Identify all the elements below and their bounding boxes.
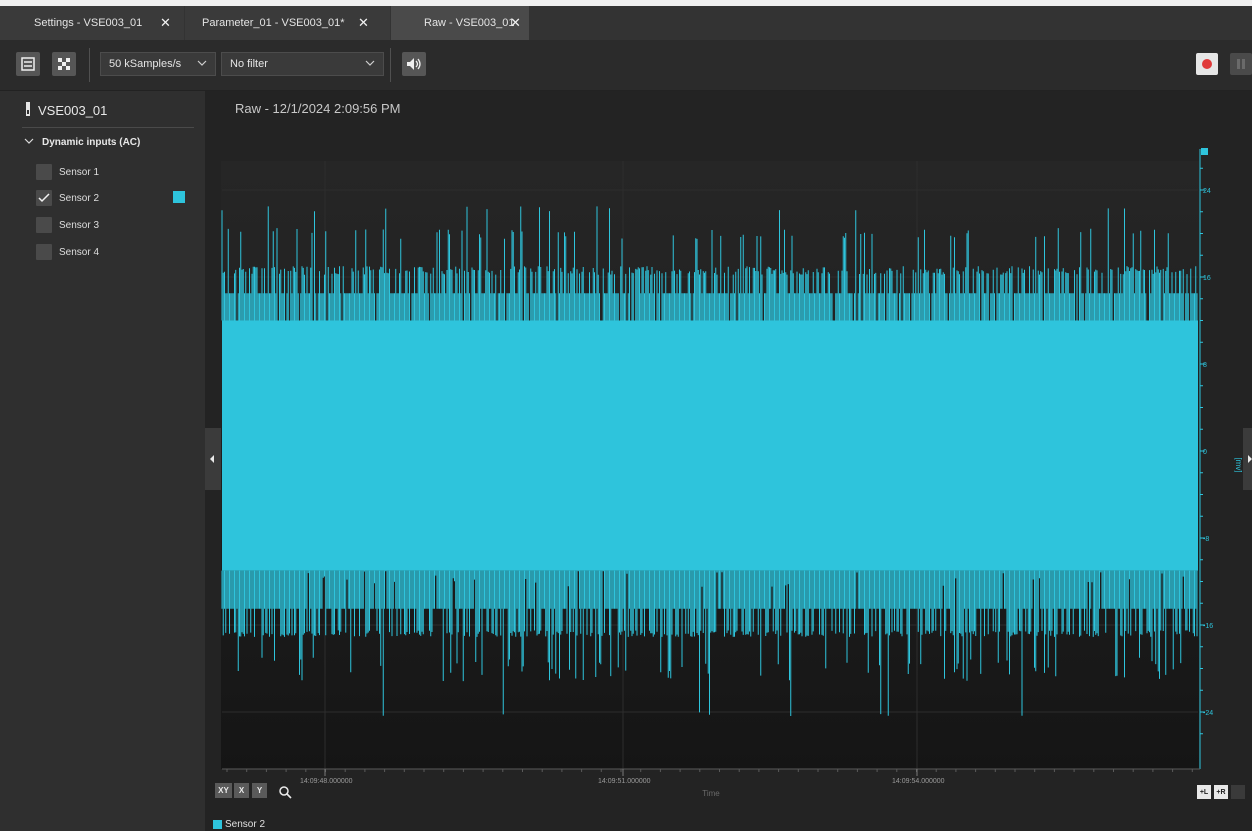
toolbar-separator <box>390 48 391 82</box>
signal-band <box>222 320 1198 571</box>
add-left-button[interactable]: +L <box>1197 785 1211 799</box>
y-tick-label: 16 <box>1203 275 1211 282</box>
add-right-button[interactable]: +R <box>1214 785 1228 799</box>
x-tick-label: 14:09:48.000000 <box>300 778 353 785</box>
sensor-item-1[interactable]: Sensor 1 <box>36 164 99 180</box>
legend-swatch <box>213 820 222 829</box>
y-tick-label: -8 <box>1203 536 1209 543</box>
audio-button[interactable] <box>402 52 426 76</box>
collapse-left-handle[interactable] <box>205 428 221 490</box>
sample-rate-value: 50 kSamples/s <box>109 58 182 70</box>
sensor-label: Sensor 4 <box>59 246 100 258</box>
y-tick-label: 24 <box>1203 188 1211 195</box>
toolbar-separator <box>89 48 90 82</box>
dashboard-icon <box>21 57 35 71</box>
close-icon[interactable]: ✕ <box>358 15 369 31</box>
tab-raw-label: Raw - VSE003_01 <box>424 17 515 29</box>
chevron-down-icon[interactable] <box>24 136 34 146</box>
collapse-right-handle[interactable] <box>1243 428 1252 490</box>
x-tick-label: 14:09:54.000000 <box>892 778 945 785</box>
checkmark-icon <box>38 193 50 203</box>
sensor-label: Sensor 3 <box>59 219 100 231</box>
sensor-checkbox[interactable] <box>36 244 52 260</box>
tab-parameter-label: Parameter_01 - VSE003_01* <box>202 17 345 29</box>
zoom-y-button[interactable]: Y <box>252 783 267 798</box>
sensor-label: Sensor 1 <box>59 166 100 178</box>
sensor-item-4[interactable]: Sensor 4 <box>36 244 99 260</box>
sensor-item-3[interactable]: Sensor 3 <box>36 217 99 233</box>
chevron-down-icon <box>197 60 207 66</box>
checker-button[interactable] <box>52 52 76 76</box>
plot-area[interactable]: 24 16 8 0 -8 -16 -24 14:09:48.000000 14:09:51.0… <box>205 91 1252 831</box>
caret-left-icon <box>210 455 214 463</box>
sensor-label: Sensor 2 <box>59 192 100 204</box>
pause-icon <box>1237 59 1245 69</box>
chevron-down-icon <box>365 60 375 66</box>
tab-bar: Settings - VSE003_01 ✕ Parameter_01 - VS… <box>0 0 1252 40</box>
tab-settings-label: Settings - VSE003_01 <box>34 17 143 29</box>
record-button[interactable] <box>1196 53 1218 75</box>
close-icon[interactable]: ✕ <box>510 15 521 31</box>
checker-icon <box>58 58 70 70</box>
sidebar-divider <box>22 127 194 128</box>
caret-right-icon <box>1248 455 1252 463</box>
tab-parameter[interactable]: Parameter_01 - VSE003_01* ✕ <box>185 6 390 40</box>
filter-value: No filter <box>230 58 268 70</box>
y-tick-label: 8 <box>1203 362 1207 369</box>
device-title: VSE003_01 <box>38 103 108 118</box>
sidebar: VSE003_01 Dynamic inputs (AC) Sensor 1 S… <box>0 91 205 831</box>
zoom-icon[interactable] <box>279 786 292 799</box>
speaker-icon <box>407 58 421 70</box>
toolbar: 50 kSamples/s No filter <box>0 40 1252 91</box>
y-tick-label: -24 <box>1203 710 1213 717</box>
sensor-checkbox[interactable] <box>36 190 52 206</box>
sample-rate-select[interactable]: 50 kSamples/s <box>100 52 216 76</box>
x-axis-label: Time <box>702 789 720 798</box>
close-icon[interactable]: ✕ <box>160 15 171 31</box>
chart-legend: Sensor 2 <box>213 819 265 830</box>
sensor-item-2[interactable]: Sensor 2 <box>36 190 99 206</box>
pause-button[interactable] <box>1230 53 1252 75</box>
filter-select[interactable]: No filter <box>221 52 384 76</box>
y-axis-color-marker <box>1201 148 1208 155</box>
tab-raw[interactable]: Raw - VSE003_01 ✕ <box>391 6 529 40</box>
sensor-checkbox[interactable] <box>36 217 52 233</box>
y-axis-label: [mv] <box>1234 457 1243 472</box>
zoom-x-button[interactable]: X <box>234 783 249 798</box>
y-tick-label: -16 <box>1203 623 1213 630</box>
tab-settings[interactable]: Settings - VSE003_01 ✕ <box>0 6 184 40</box>
dashboard-button[interactable] <box>16 52 40 76</box>
chart-panel: Raw - 12/1/2024 2:09:56 PM 24 16 8 0 -8 -16 -2… <box>205 91 1252 831</box>
x-axis: 14:09:48.000000 14:09:51.000000 14:09:54.0… <box>222 768 1200 785</box>
legend-label: Sensor 2 <box>225 819 266 830</box>
y-tick-label: 0 <box>1203 449 1207 456</box>
record-icon <box>1202 59 1212 69</box>
group-label[interactable]: Dynamic inputs (AC) <box>42 137 140 148</box>
sensor-checkbox[interactable] <box>36 164 52 180</box>
device-icon <box>26 102 30 116</box>
y-axis: 24 16 8 0 -8 -16 -24 <box>1199 149 1213 769</box>
sensor-color-swatch <box>173 191 185 203</box>
zoom-xy-button[interactable]: XY <box>215 783 232 798</box>
extra-corner-button[interactable] <box>1231 785 1245 799</box>
x-tick-label: 14:09:51.000000 <box>598 778 651 785</box>
